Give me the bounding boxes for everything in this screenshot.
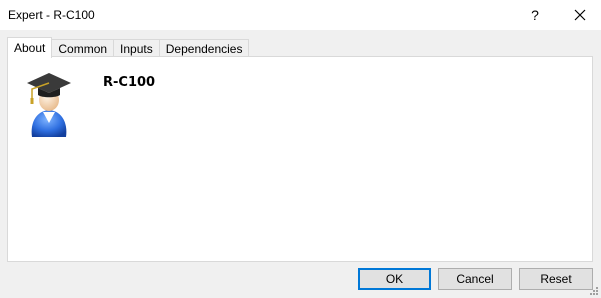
tab-common[interactable]: Common xyxy=(51,39,115,57)
help-button[interactable]: ? xyxy=(512,0,558,30)
tab-strip: About Common Inputs Dependencies xyxy=(7,37,250,58)
close-button[interactable] xyxy=(558,0,601,30)
reset-button[interactable]: Reset xyxy=(519,268,593,290)
help-icon: ? xyxy=(531,7,539,23)
cancel-button[interactable]: Cancel xyxy=(438,268,512,290)
tab-about[interactable]: About xyxy=(7,37,53,58)
title-bar: Expert - R-C100 ? xyxy=(0,0,601,30)
tab-dependencies[interactable]: Dependencies xyxy=(158,39,250,57)
expert-name: R-C100 xyxy=(103,75,156,90)
graduate-expert-icon xyxy=(27,73,71,137)
resize-grip-icon[interactable] xyxy=(589,286,599,296)
ok-button[interactable]: OK xyxy=(358,268,431,290)
about-panel: R-C100 xyxy=(7,56,593,262)
close-icon xyxy=(574,9,585,21)
window-title: Expert - R-C100 xyxy=(8,8,95,22)
tab-inputs[interactable]: Inputs xyxy=(113,39,160,57)
